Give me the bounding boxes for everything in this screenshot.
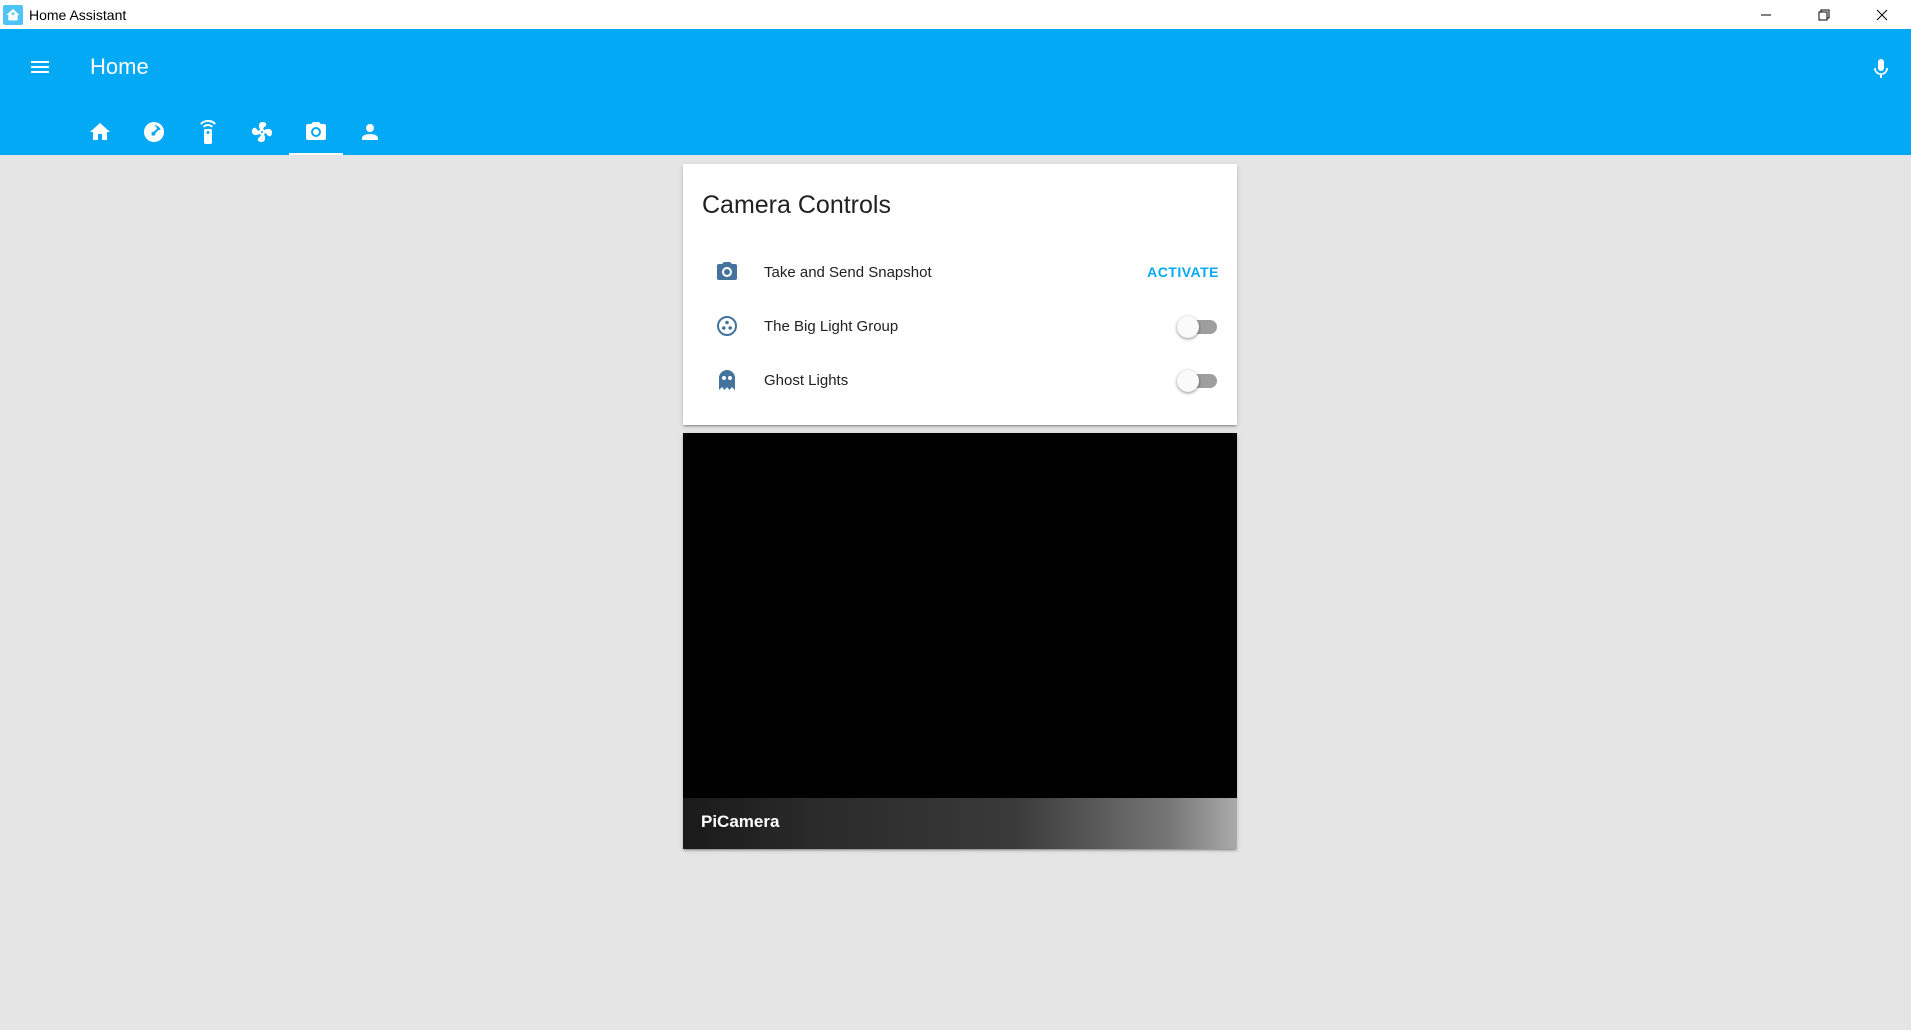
card-title: Camera Controls [702, 191, 891, 219]
camera-icon [306, 122, 326, 140]
row-ghost-lights: Ghost Lights [683, 353, 1237, 407]
home-icon [90, 123, 110, 140]
page-title: Home [90, 54, 149, 79]
menu-icon [31, 61, 49, 73]
app-header: Home [0, 29, 1911, 155]
tab-remote[interactable] [181, 109, 235, 155]
close-button[interactable] [1853, 0, 1911, 29]
row-label: Ghost Lights [764, 371, 849, 389]
ghost-icon [707, 360, 747, 400]
gauge-icon [144, 122, 164, 142]
tab-fan[interactable] [235, 109, 289, 155]
tab-camera[interactable] [289, 109, 343, 155]
restore-button[interactable] [1795, 0, 1853, 29]
group-icon [707, 306, 747, 346]
tab-home[interactable] [73, 109, 127, 155]
tab-account[interactable] [343, 109, 397, 155]
fan-icon [252, 122, 272, 142]
window-titlebar: Home Assistant [0, 0, 1911, 29]
minimize-button[interactable] [1737, 0, 1795, 29]
row-label: The Big Light Group [764, 317, 899, 335]
row-big-light-group: The Big Light Group [683, 299, 1237, 353]
toggle-thumb [1177, 370, 1199, 392]
menu-button[interactable] [24, 51, 56, 83]
big-light-group-toggle[interactable] [1177, 315, 1217, 338]
window-controls [1737, 0, 1911, 29]
window-title: Home Assistant [29, 6, 127, 23]
row-label: Take and Send Snapshot [764, 263, 932, 281]
toggle-thumb [1177, 316, 1199, 338]
camera-name: PiCamera [701, 812, 780, 831]
camera-footer: PiCamera [683, 798, 1237, 849]
remote-icon [200, 120, 216, 144]
ghost-lights-toggle[interactable] [1177, 369, 1217, 392]
home-assistant-logo-icon [3, 4, 23, 25]
account-icon [362, 124, 378, 140]
activate-button[interactable]: ACTIVATE [1147, 264, 1219, 280]
voice-command-button[interactable] [1861, 49, 1901, 89]
camera-icon [707, 252, 747, 292]
picamera-card[interactable]: PiCamera [683, 433, 1237, 849]
row-take-snapshot: Take and Send Snapshot ACTIVATE [683, 245, 1237, 299]
microphone-icon [1874, 59, 1888, 78]
view-tabs [73, 109, 397, 155]
camera-controls-card: Camera Controls Take and Send Snapshot A… [683, 164, 1237, 425]
tab-gauge[interactable] [127, 109, 181, 155]
